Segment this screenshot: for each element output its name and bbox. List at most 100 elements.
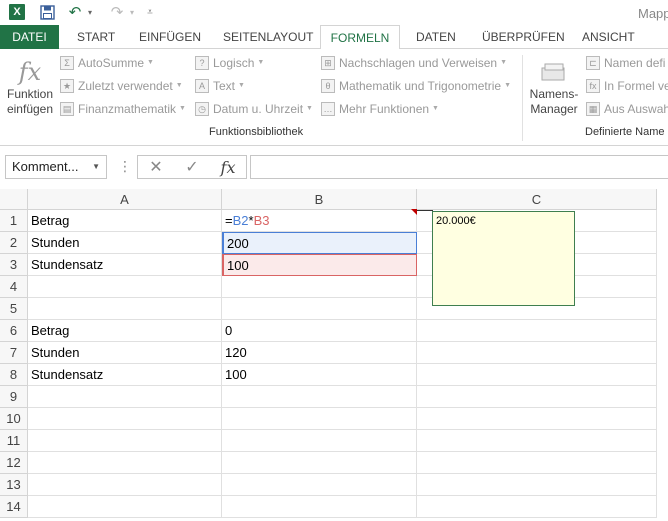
cell-b8[interactable]: 100 <box>222 364 417 386</box>
row-header[interactable]: 3 <box>0 254 28 276</box>
row-header[interactable]: 8 <box>0 364 28 386</box>
name-manager-icon <box>526 57 582 87</box>
cell-b14[interactable] <box>222 496 417 518</box>
tab-formeln[interactable]: FORMELN <box>320 25 400 50</box>
redo-icon[interactable]: ↷ <box>108 2 126 22</box>
text-button[interactable]: A Text ▼ <box>195 76 245 96</box>
comment-box[interactable]: 20.000€ <box>432 211 575 306</box>
cell-c11[interactable] <box>417 430 657 452</box>
chevron-down-icon: ▼ <box>500 59 508 66</box>
row-header[interactable]: 4 <box>0 276 28 298</box>
tab-ueberpruefen[interactable]: ÜBERPRÜFEN <box>480 25 567 49</box>
row-header[interactable]: 14 <box>0 496 28 518</box>
name-manager-button[interactable]: Namens- Manager <box>526 57 582 117</box>
insert-function-icon[interactable]: fx <box>210 158 246 177</box>
cell-a14[interactable] <box>28 496 222 518</box>
column-header-a[interactable]: A <box>28 189 222 210</box>
row-header[interactable]: 12 <box>0 452 28 474</box>
cell-a12[interactable] <box>28 452 222 474</box>
row-header[interactable]: 9 <box>0 386 28 408</box>
selection-icon: ▦ <box>586 102 600 116</box>
cell-b11[interactable] <box>222 430 417 452</box>
tab-daten[interactable]: DATEN <box>414 25 458 49</box>
cell-b7[interactable]: 120 <box>222 342 417 364</box>
define-name-button[interactable]: ⊏ Namen defi <box>586 53 665 73</box>
row-header[interactable]: 5 <box>0 298 28 320</box>
column-header-b[interactable]: B <box>222 189 417 210</box>
name-box[interactable]: Komment... ▼ <box>5 155 107 179</box>
app-title: Mappe1 <box>638 6 668 21</box>
cell-c7[interactable] <box>417 342 657 364</box>
cell-b1-formula[interactable]: =B2*B3 <box>222 210 417 232</box>
tab-einfuegen[interactable]: EINFÜGEN <box>137 25 203 49</box>
cell-a7[interactable]: Stunden <box>28 342 222 364</box>
cell-a2[interactable]: Stunden <box>28 232 222 254</box>
column-header-c[interactable]: C <box>417 189 657 210</box>
cell-a4[interactable] <box>28 276 222 298</box>
cell-a13[interactable] <box>28 474 222 496</box>
cell-a3[interactable]: Stundensatz <box>28 254 222 276</box>
excel-logo-icon[interactable]: X <box>8 2 26 22</box>
select-all-corner[interactable] <box>0 189 28 210</box>
autosum-button[interactable]: Σ AutoSumme ▼ <box>60 53 154 73</box>
tab-seitenlayout[interactable]: SEITENLAYOUT <box>221 25 315 49</box>
chevron-down-icon[interactable]: ▼ <box>92 156 100 178</box>
customize-toolbar-icon[interactable]: ⩡ <box>144 2 156 22</box>
cell-c9[interactable] <box>417 386 657 408</box>
cell-a8[interactable]: Stundensatz <box>28 364 222 386</box>
undo-icon[interactable]: ↶ <box>66 2 84 22</box>
cell-b13[interactable] <box>222 474 417 496</box>
cell-b2[interactable]: 200 <box>222 232 417 254</box>
cell-c13[interactable] <box>417 474 657 496</box>
create-from-selection-button[interactable]: ▦ Aus Auswahl <box>586 99 668 119</box>
row-header[interactable]: 13 <box>0 474 28 496</box>
lookup-reference-button[interactable]: ⊞ Nachschlagen und Verweisen ▼ <box>321 53 507 73</box>
date-time-button[interactable]: ◷ Datum u. Uhrzeit ▼ <box>195 99 313 119</box>
resize-handle-icon[interactable]: ⋮ <box>118 158 132 175</box>
redo-dropdown-icon[interactable]: ▾ <box>128 2 136 22</box>
cell-c12[interactable] <box>417 452 657 474</box>
enter-icon[interactable]: ✓ <box>174 157 210 177</box>
cell-a11[interactable] <box>28 430 222 452</box>
cell-a6[interactable]: Betrag <box>28 320 222 342</box>
star-icon: ★ <box>60 79 74 93</box>
cell-c8[interactable] <box>417 364 657 386</box>
cell-b5[interactable] <box>222 298 417 320</box>
logical-button[interactable]: ? Logisch ▼ <box>195 53 264 73</box>
formula-input[interactable] <box>250 155 668 179</box>
cell-b3[interactable]: 100 <box>222 254 417 276</box>
cell-a10[interactable] <box>28 408 222 430</box>
save-icon[interactable] <box>38 2 56 22</box>
cell-c14[interactable] <box>417 496 657 518</box>
comment-connector <box>417 210 433 211</box>
tab-ansicht[interactable]: ANSICHT <box>580 25 637 49</box>
use-in-formula-button[interactable]: fx In Formel ve <box>586 76 668 96</box>
insert-function-button[interactable]: fx Funktion einfügen <box>4 57 56 117</box>
tab-start[interactable]: START <box>75 25 117 49</box>
cell-a5[interactable] <box>28 298 222 320</box>
recently-used-button[interactable]: ★ Zuletzt verwendet ▼ <box>60 76 183 96</box>
cell-b4[interactable] <box>222 276 417 298</box>
row-header[interactable]: 7 <box>0 342 28 364</box>
cell-a9[interactable] <box>28 386 222 408</box>
row-header[interactable]: 2 <box>0 232 28 254</box>
row-header[interactable]: 10 <box>0 408 28 430</box>
cancel-icon[interactable]: ✕ <box>138 157 174 177</box>
tab-datei[interactable]: DATEI <box>0 25 59 49</box>
row-header[interactable]: 11 <box>0 430 28 452</box>
cell-c6[interactable] <box>417 320 657 342</box>
cell-b6[interactable]: 0 <box>222 320 417 342</box>
cell-b12[interactable] <box>222 452 417 474</box>
sigma-icon: Σ <box>60 56 74 70</box>
cell-b9[interactable] <box>222 386 417 408</box>
text-icon: A <box>195 79 209 93</box>
math-trig-button[interactable]: θ Mathematik und Trigonometrie ▼ <box>321 76 511 96</box>
cell-a1[interactable]: Betrag <box>28 210 222 232</box>
cell-c10[interactable] <box>417 408 657 430</box>
row-header[interactable]: 6 <box>0 320 28 342</box>
row-header[interactable]: 1 <box>0 210 28 232</box>
financial-button[interactable]: ▤ Finanzmathematik ▼ <box>60 99 186 119</box>
more-functions-button[interactable]: … Mehr Funktionen ▼ <box>321 99 439 119</box>
undo-dropdown-icon[interactable]: ▾ <box>86 2 94 22</box>
cell-b10[interactable] <box>222 408 417 430</box>
